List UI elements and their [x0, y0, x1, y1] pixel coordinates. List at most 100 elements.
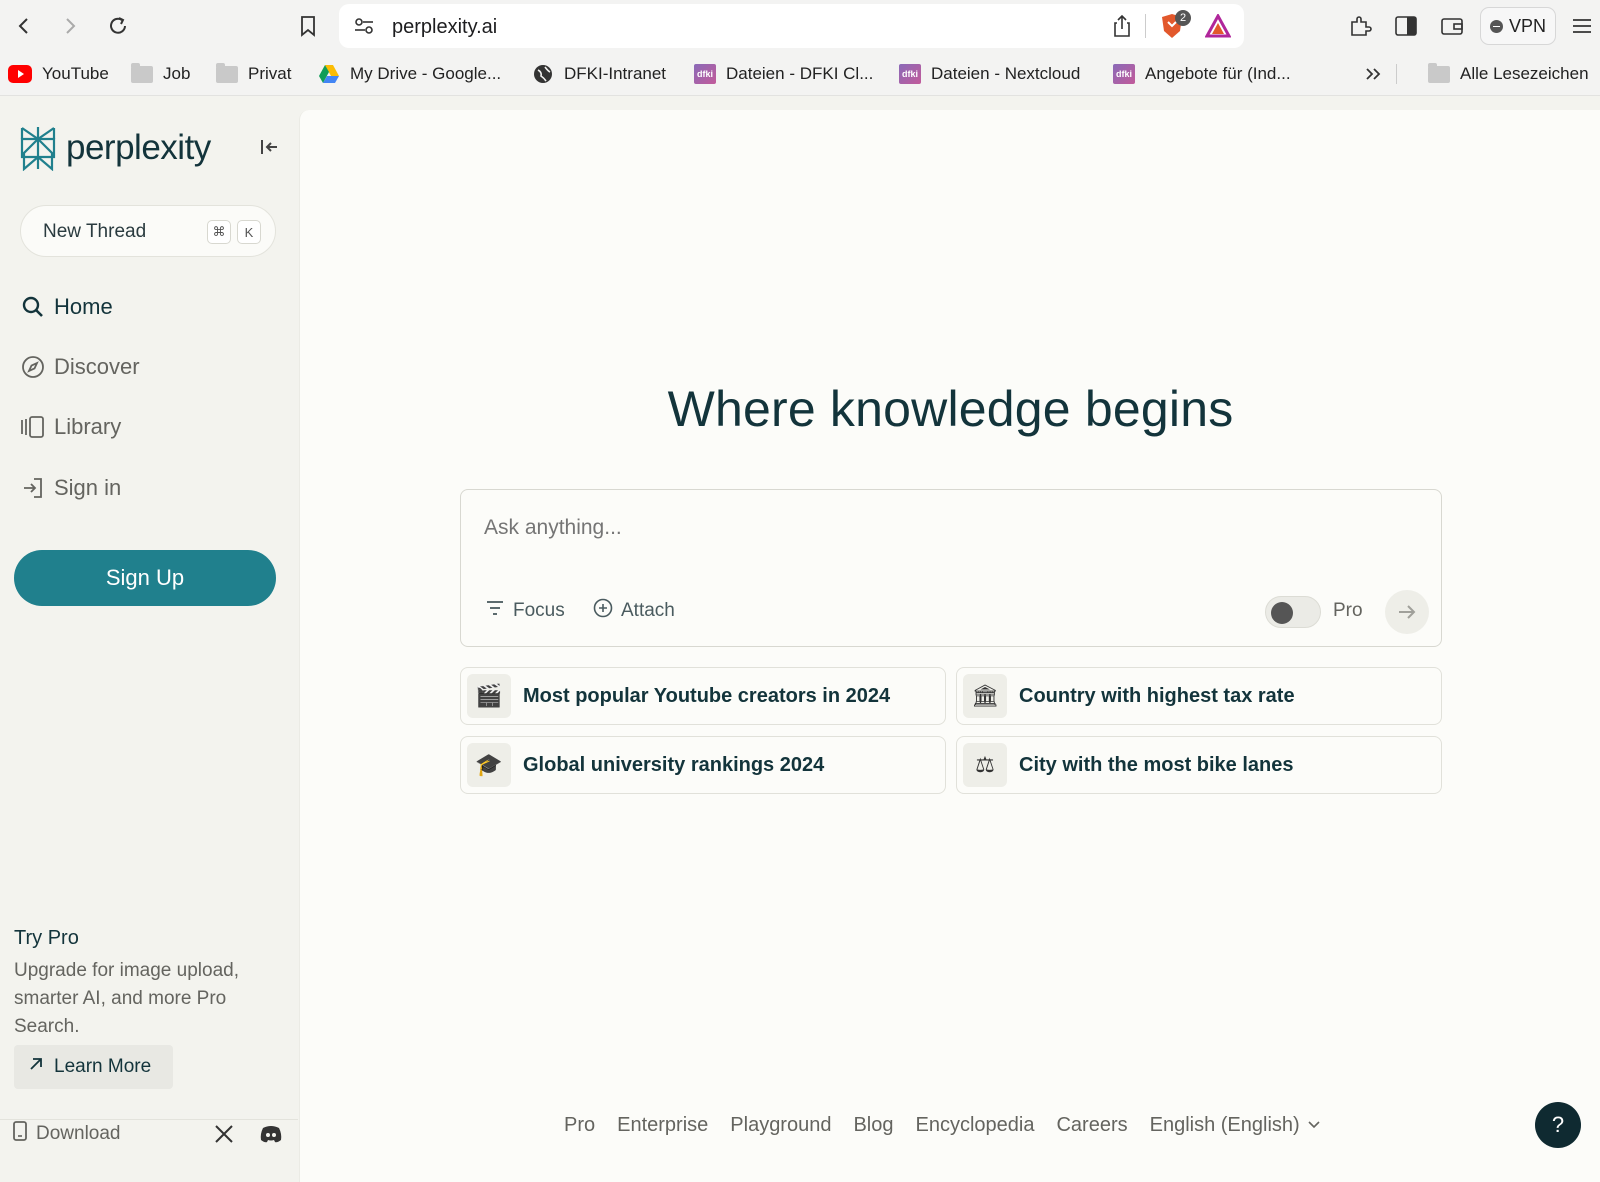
brave-rewards-icon[interactable]	[1204, 12, 1232, 43]
footer-link-pro[interactable]: Pro	[564, 1114, 595, 1137]
new-thread-button[interactable]: New Thread ⌘ K	[20, 205, 276, 257]
bookmark-dateien-dfki[interactable]: dfki Dateien - DFKI Cl...	[694, 62, 873, 86]
menu-icon[interactable]	[1568, 12, 1596, 40]
more-bookmarks-icon[interactable]	[1364, 62, 1382, 86]
filter-icon	[485, 599, 505, 623]
suggestion-card[interactable]: 🎓 Global university rankings 2024	[460, 736, 946, 794]
bookmark-my-drive[interactable]: My Drive - Google...	[318, 62, 501, 86]
bookmark-label: DFKI-Intranet	[564, 64, 667, 83]
dfki-icon: dfki	[899, 64, 921, 84]
divider	[1396, 64, 1397, 84]
footer-link-encyclopedia[interactable]: Encyclopedia	[916, 1114, 1035, 1137]
download-label: Download	[36, 1123, 121, 1144]
try-pro-description: Upgrade for image upload, smarter AI, an…	[14, 960, 239, 1037]
shortcut-k-key: K	[237, 220, 261, 244]
logo-text: perplexity	[66, 128, 211, 167]
submit-button[interactable]	[1385, 590, 1429, 634]
dfki-icon: dfki	[694, 64, 716, 84]
youtube-icon	[8, 65, 32, 83]
bookmark-youtube[interactable]: YouTube	[8, 62, 109, 86]
vpn-button[interactable]: VPN	[1480, 7, 1556, 45]
suggestion-card[interactable]: 🎬 Most popular Youtube creators in 2024	[460, 667, 946, 725]
plus-circle-icon	[593, 598, 613, 624]
sign-up-button[interactable]: Sign Up	[14, 550, 276, 606]
bookmark-label: Dateien - Nextcloud	[931, 64, 1081, 83]
language-label: English (English)	[1149, 1113, 1300, 1136]
nav-label: Sign in	[54, 475, 122, 500]
discord-icon[interactable]	[257, 1120, 285, 1148]
dfki-icon: dfki	[1113, 64, 1135, 84]
nav-label: Home	[54, 294, 113, 319]
folder-icon	[216, 62, 238, 83]
back-icon[interactable]	[10, 12, 38, 40]
nav-discover[interactable]: Discover	[20, 350, 140, 384]
share-icon[interactable]	[1111, 14, 1133, 43]
download-link[interactable]: Download	[12, 1117, 121, 1151]
globe-icon	[534, 65, 552, 83]
page-title: Where knowledge begins	[667, 381, 1234, 437]
logo[interactable]: perplexity	[18, 125, 211, 171]
bookmark-privat[interactable]: Privat	[216, 62, 291, 86]
arrow-right-icon	[1399, 605, 1416, 619]
pro-toggle[interactable]	[1265, 596, 1321, 628]
bookmark-label: Alle Lesezeichen	[1460, 64, 1589, 83]
reload-icon[interactable]	[104, 12, 132, 40]
suggestion-text: City with the most bike lanes	[1019, 753, 1294, 776]
shield-count-badge: 2	[1175, 10, 1191, 26]
try-pro-title: Try Pro	[14, 927, 79, 949]
bookmark-label: YouTube	[42, 64, 109, 83]
focus-button[interactable]: Focus	[485, 596, 565, 626]
footer-link-careers[interactable]: Careers	[1056, 1114, 1127, 1137]
help-button[interactable]: ?	[1535, 1102, 1581, 1148]
url-text[interactable]: perplexity.ai	[392, 16, 497, 39]
bookmark-all[interactable]: Alle Lesezeichen	[1428, 62, 1589, 86]
divider	[1145, 14, 1146, 38]
bookmark-icon[interactable]	[294, 12, 322, 40]
chevron-down-icon	[1308, 1121, 1320, 1129]
footer-links: Pro Enterprise Playground Blog Encyclope…	[564, 1110, 1320, 1140]
attach-label: Attach	[621, 600, 675, 621]
learn-more-label: Learn More	[54, 1056, 152, 1077]
forward-icon[interactable]	[56, 12, 84, 40]
suggestion-card[interactable]: ⚖ City with the most bike lanes	[956, 736, 1442, 794]
compass-icon	[20, 354, 46, 380]
ask-input[interactable]	[484, 516, 1384, 540]
graduation-cap-icon: 🎓	[467, 743, 511, 787]
library-icon	[20, 414, 46, 440]
suggestion-card[interactable]: 🏛 Country with highest tax rate	[956, 667, 1442, 725]
nav-label: Discover	[54, 354, 140, 379]
nav-sign-in[interactable]: Sign in	[20, 471, 121, 505]
footer-link-enterprise[interactable]: Enterprise	[617, 1114, 708, 1137]
bookmarks-bar: YouTube Job Privat My Drive - Google... …	[0, 52, 1600, 96]
perplexity-logo-icon	[20, 127, 56, 171]
collapse-sidebar-icon[interactable]	[258, 135, 282, 159]
bookmark-label: My Drive - Google...	[350, 64, 502, 83]
x-twitter-icon[interactable]	[210, 1120, 238, 1148]
suggestion-text: Country with highest tax rate	[1019, 684, 1295, 707]
site-settings-icon[interactable]	[353, 16, 375, 41]
bookmark-dfki-intranet[interactable]: DFKI-Intranet	[532, 62, 666, 86]
folder-icon	[131, 62, 153, 83]
attach-button[interactable]: Attach	[593, 596, 675, 626]
vpn-status-icon	[1489, 19, 1503, 33]
extensions-icon[interactable]	[1346, 12, 1374, 40]
address-bar[interactable]: perplexity.ai 2	[339, 4, 1244, 48]
wallet-icon[interactable]	[1438, 12, 1466, 40]
google-drive-icon	[319, 65, 339, 83]
bookmark-job[interactable]: Job	[131, 62, 190, 86]
new-thread-label: New Thread	[43, 221, 147, 242]
ask-box[interactable]: Focus Attach Pro	[460, 489, 1442, 647]
bookmark-label: Privat	[248, 64, 292, 83]
classical-building-icon: 🏛	[963, 674, 1007, 718]
nav-library[interactable]: Library	[20, 410, 121, 444]
language-selector[interactable]: English (English)	[1150, 1114, 1320, 1137]
bookmark-angebote[interactable]: dfki Angebote für (Ind...	[1113, 62, 1291, 86]
footer-link-playground[interactable]: Playground	[730, 1114, 831, 1137]
nav-home[interactable]: Home	[20, 290, 113, 324]
bookmark-nextcloud[interactable]: dfki Dateien - Nextcloud	[899, 62, 1080, 86]
learn-more-button[interactable]: Learn More	[14, 1045, 173, 1089]
pro-label: Pro	[1333, 600, 1363, 621]
footer-link-blog[interactable]: Blog	[853, 1114, 893, 1137]
shortcut-cmd-key: ⌘	[207, 220, 231, 244]
sidebar-toggle-icon[interactable]	[1392, 12, 1420, 40]
